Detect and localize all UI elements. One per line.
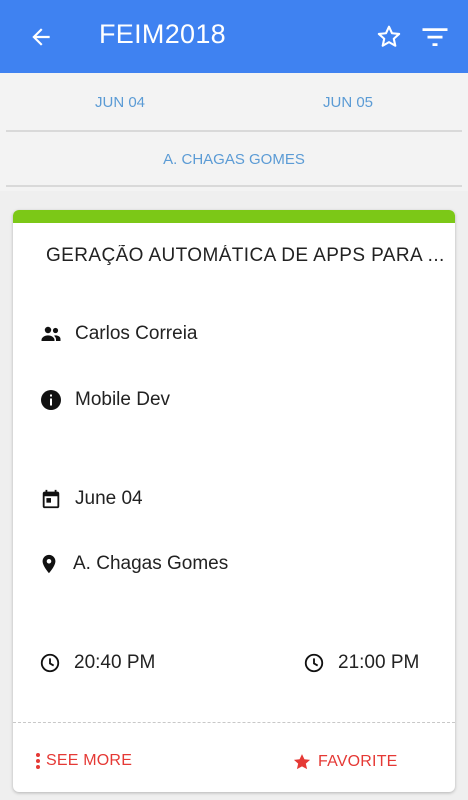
see-more-label: SEE MORE (46, 752, 133, 769)
calendar-icon (39, 487, 63, 511)
session-date: June 04 (75, 488, 143, 509)
card-divider (13, 722, 455, 723)
start-time: 20:40 PM (74, 652, 156, 673)
see-more-button[interactable]: SEE MORE (35, 752, 132, 770)
start-time-row: 20:40 PM (38, 651, 155, 675)
tab-jun-04[interactable]: JUN 04 (6, 73, 234, 131)
tab-divider-bottom (6, 185, 462, 187)
date-row: June 04 (39, 487, 143, 511)
speaker-name: Carlos Correia (75, 323, 198, 344)
day-tabs: JUN 04 JUN 05 (6, 73, 462, 131)
info-icon (39, 388, 63, 412)
app-bar: FEIM2018 (0, 0, 468, 73)
track-name: Mobile Dev (75, 389, 171, 410)
back-arrow-icon[interactable] (24, 20, 58, 54)
session-card[interactable]: GERAÇÃO AUTOMÁTICA DE APPS PARA ... Carl… (13, 210, 455, 792)
tabs-area: JUN 04 JUN 05 A. CHAGAS GOMES (0, 73, 468, 191)
star-filled-icon (292, 752, 312, 772)
clock-icon (302, 651, 326, 675)
speaker-row: Carlos Correia (39, 322, 197, 346)
people-icon (39, 322, 63, 346)
session-location: A. Chagas Gomes (73, 553, 229, 574)
more-vert-icon (35, 752, 41, 770)
end-time-row: 21:00 PM (302, 651, 419, 675)
tab-room[interactable]: A. CHAGAS GOMES (6, 133, 462, 185)
clock-icon (38, 651, 62, 675)
session-title: GERAÇÃO AUTOMÁTICA DE APPS PARA ... (46, 245, 445, 266)
favorite-button[interactable]: FAVORITE (292, 752, 398, 772)
tab-divider (6, 130, 462, 132)
track-color-bar (13, 210, 455, 223)
tab-jun-05[interactable]: JUN 05 (234, 73, 462, 131)
page-title: FEIM2018 (99, 19, 226, 49)
track-row: Mobile Dev (39, 388, 170, 412)
end-time: 21:00 PM (338, 652, 420, 673)
location-row: A. Chagas Gomes (37, 552, 228, 576)
location-pin-icon (37, 552, 61, 576)
filter-icon[interactable] (418, 20, 452, 54)
star-outline-icon[interactable] (372, 20, 406, 54)
favorite-label: FAVORITE (318, 753, 398, 770)
